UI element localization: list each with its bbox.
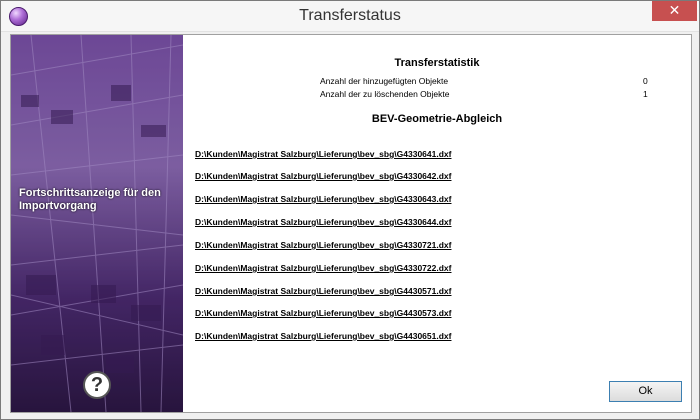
file-link[interactable]: D:\Kunden\Magistrat Salzburg\Lieferung\b… [195, 149, 451, 159]
stat-label-added: Anzahl der hinzugefügten Objekte [320, 76, 449, 86]
file-link[interactable]: D:\Kunden\Magistrat Salzburg\Lieferung\b… [195, 308, 451, 318]
close-button[interactable]: ✕ [652, 1, 697, 21]
stat-label-deleted: Anzahl der zu löschenden Objekte [320, 89, 450, 99]
stat-value-deleted: 1 [643, 89, 648, 99]
section-title: BEV-Geometrie-Abgleich [371, 113, 503, 125]
city-map-illustration [11, 35, 183, 412]
sidebar-image-panel: Fortschrittsanzeige für den Importvorgan… [11, 35, 183, 412]
file-link[interactable]: D:\Kunden\Magistrat Salzburg\Lieferung\b… [195, 240, 451, 250]
sidebar-caption: Fortschrittsanzeige für den Importvorgan… [19, 187, 161, 212]
transferstatus-window: Transferstatus ✕ Fortschrittsanzeige für… [0, 0, 700, 420]
help-icon[interactable]: ? [83, 371, 111, 399]
statistics-title: Transferstatistik [394, 57, 480, 69]
file-link[interactable]: D:\Kunden\Magistrat Salzburg\Lieferung\b… [195, 331, 451, 341]
file-link[interactable]: D:\Kunden\Magistrat Salzburg\Lieferung\b… [195, 171, 451, 181]
file-link[interactable]: D:\Kunden\Magistrat Salzburg\Lieferung\b… [195, 286, 451, 296]
file-link[interactable]: D:\Kunden\Magistrat Salzburg\Lieferung\b… [195, 217, 451, 227]
window-title: Transferstatus [299, 7, 401, 24]
title-bar: Transferstatus ✕ [1, 1, 699, 32]
ok-button[interactable]: Ok [609, 381, 682, 402]
file-link[interactable]: D:\Kunden\Magistrat Salzburg\Lieferung\b… [195, 263, 451, 273]
stat-value-added: 0 [643, 76, 648, 86]
content-panel: Transferstatistik Anzahl der hinzugefügt… [183, 35, 691, 412]
file-link[interactable]: D:\Kunden\Magistrat Salzburg\Lieferung\b… [195, 194, 451, 204]
dialog-body: Fortschrittsanzeige für den Importvorgan… [10, 34, 692, 413]
